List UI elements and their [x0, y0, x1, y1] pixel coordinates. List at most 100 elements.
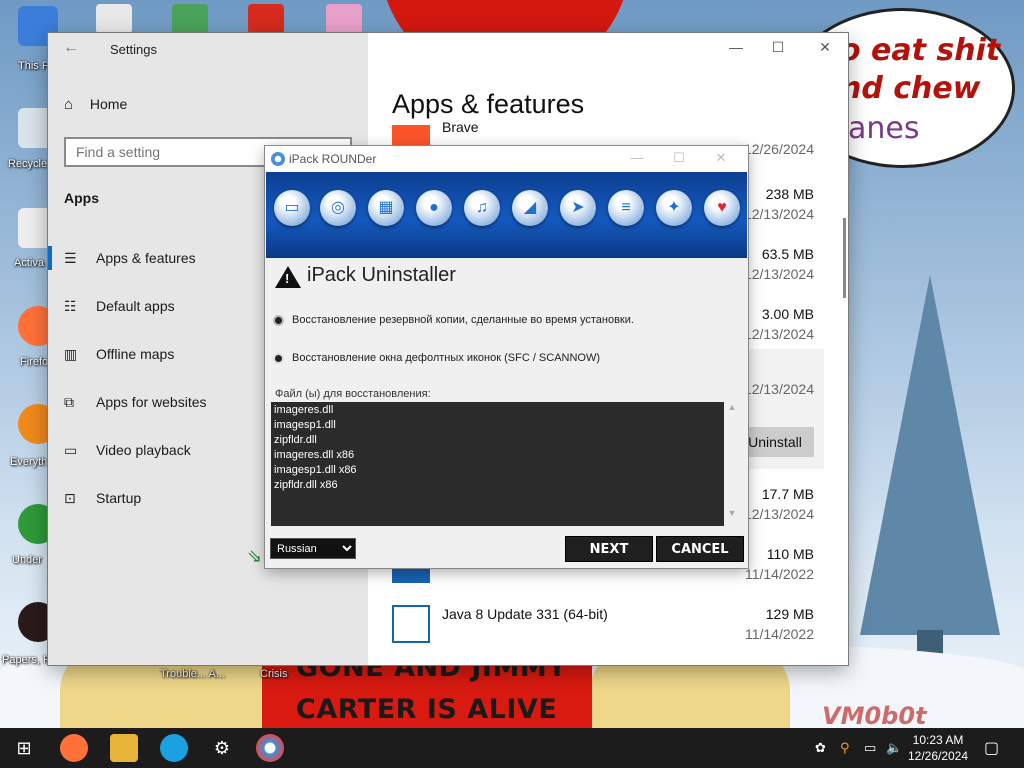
music-icon: ♫ — [464, 190, 500, 226]
option-label: Восстановление резервной копии, сделанны… — [292, 314, 634, 326]
settings-gear-icon[interactable]: ⚙ — [208, 734, 236, 762]
network-icon: ◎ — [320, 190, 356, 226]
ipack-maximize-icon[interactable]: ☐ — [669, 150, 689, 166]
computer-icon: ▭ — [274, 190, 310, 226]
option-label: Восстановление окна дефолтных иконок (SF… — [292, 352, 601, 364]
edge-icon[interactable] — [160, 734, 188, 762]
volume-muted-icon[interactable]: 🔈 — [886, 740, 902, 756]
ipack-close-icon[interactable]: ✕ — [711, 150, 731, 166]
option-backup-restore[interactable]: Восстановление резервной копии, сделанны… — [273, 314, 634, 326]
ipack-minimize-icon[interactable]: — — [627, 150, 647, 165]
recycle-bin-label: Recycle — [8, 158, 48, 170]
speech-bubble-text: o eat shit nd chew — [840, 33, 1001, 106]
startup-icon: ⊡ — [64, 489, 76, 506]
radio-icon[interactable] — [273, 314, 284, 326]
ipack-titlebar[interactable]: iPack ROUNDer — ☐ ✕ — [265, 146, 748, 172]
file-list-scrollbar[interactable]: ▲ ▼ — [724, 402, 740, 526]
search-tray-icon[interactable]: ⚲ — [840, 740, 850, 756]
ipack-icon[interactable] — [256, 734, 284, 762]
network-tray-icon[interactable]: ▭ — [864, 740, 876, 756]
next-button[interactable]: NEXT — [565, 536, 653, 562]
disk-icon: ● — [416, 190, 452, 226]
app-date: 11/14/2022 — [744, 626, 814, 642]
radio-icon[interactable] — [273, 352, 284, 364]
scrollbar[interactable] — [843, 218, 846, 298]
scroll-down-icon[interactable]: ▼ — [724, 508, 740, 518]
warning-icon: ! — [275, 266, 301, 288]
taskbar: ⊞ ⚙ ✿ ⚲ ▭ 🔈 10:23 AM 12/26/2024 ▢ — [0, 728, 1024, 768]
ipack-logo-icon — [271, 152, 285, 166]
file-item[interactable]: imageres.dll — [274, 403, 721, 418]
app-date: 12/13/2024 — [743, 266, 814, 282]
desktop-icon-top-1[interactable] — [96, 4, 132, 34]
windows-icon: ▦ — [368, 190, 404, 226]
app-row[interactable]: Java 8 Update 331 (64-bit) 129 MB 11/14/… — [384, 593, 824, 653]
nav-item-label: Startup — [96, 490, 142, 506]
this-pc-label: This P — [18, 60, 50, 72]
notification-icon[interactable]: ▢ — [984, 738, 999, 758]
nav-home[interactable]: ⌂ Home — [64, 96, 127, 113]
app-size: 3.00 MB — [761, 306, 814, 322]
file-item[interactable]: imageres.dll x86 — [274, 448, 721, 463]
ipack-banner: ▭ ◎ ▦ ● ♫ ◢ ➤ ≡ ✦ ♥ — [266, 172, 747, 258]
activate-label: Activa — [14, 257, 44, 269]
app-size: 238 MB — [765, 186, 814, 202]
map-icon: ▥ — [64, 345, 78, 362]
start-button[interactable]: ⊞ — [0, 728, 48, 768]
firefox-label: Firefo — [20, 356, 49, 368]
nav-item-label: Apps for websites — [96, 394, 207, 410]
language-select[interactable]: Russian — [270, 538, 356, 559]
mcdonalds-icon[interactable] — [248, 4, 284, 34]
taskbar-clock[interactable]: 10:23 AM 12/26/2024 — [905, 732, 971, 764]
app-name: Java 8 Update 331 (64-bit) — [442, 606, 608, 622]
cursor-icon: ⇘ — [247, 546, 263, 566]
desktop-icon-top-4[interactable] — [326, 4, 362, 34]
option-sfc-scannow[interactable]: Восстановление окна дефолтных иконок (SF… — [273, 352, 600, 364]
video-icon: ▭ — [64, 441, 78, 458]
file-list[interactable]: imageres.dll imagesp1.dll zipfldr.dll im… — [271, 402, 724, 526]
nav-item-label: Offline maps — [96, 346, 175, 362]
shield-icon: ✦ — [656, 190, 692, 226]
file-item[interactable]: imagesp1.dll x86 — [274, 463, 721, 478]
app-row-partial[interactable] — [384, 653, 824, 665]
files-label: Файл (ы) для восстановления: — [275, 388, 431, 400]
java-icon — [392, 605, 430, 643]
tray-app-icon[interactable]: ✿ — [815, 740, 826, 756]
clock-date: 12/26/2024 — [907, 749, 969, 763]
back-arrow-icon[interactable]: ← — [63, 39, 79, 57]
wallpaper-watermark: VM0b0t — [822, 702, 927, 728]
nav-item-label: Apps & features — [96, 250, 196, 266]
firefox-icon[interactable] — [60, 734, 88, 762]
file-item[interactable]: imagesp1.dll — [274, 418, 721, 433]
clock-time: 10:23 AM — [912, 733, 964, 747]
close-icon[interactable]: ✕ — [815, 39, 835, 56]
nav-item-label: Video playback — [96, 442, 191, 458]
desktop-icon-top-2[interactable] — [172, 4, 208, 34]
list-icon: ☰ — [64, 249, 77, 266]
everything-label: Everyth — [10, 456, 48, 468]
app-name: Brave — [442, 119, 479, 135]
app-date: 12/13/2024 — [743, 326, 814, 342]
file-explorer-icon[interactable] — [110, 734, 138, 762]
file-item[interactable]: zipfldr.dll x86 — [274, 478, 721, 493]
default-apps-icon: ☷ — [64, 297, 77, 314]
ipack-heading: iPack Uninstaller — [307, 264, 456, 286]
minimize-icon[interactable]: — — [726, 39, 746, 55]
papers-please-label: Papers, P — [2, 654, 51, 666]
scroll-up-icon[interactable]: ▲ — [724, 402, 740, 412]
settings-window-title: Settings — [110, 42, 157, 57]
app-date: 11/14/2022 — [744, 566, 814, 582]
app-size: 17.7 MB — [761, 486, 814, 502]
nav-item-label: Default apps — [96, 298, 175, 314]
wallpaper-tree — [860, 275, 1000, 635]
undertale-label: Under — [12, 554, 42, 566]
file-item[interactable]: zipfldr.dll — [274, 433, 721, 448]
app-date: 12/13/2024 — [743, 506, 814, 522]
ipack-dialog: iPack ROUNDer — ☐ ✕ ▭ ◎ ▦ ● ♫ ◢ ➤ ≡ ✦ ♥ … — [265, 146, 748, 568]
trouble-label: Trouble... A... — [160, 668, 226, 680]
app-size: 129 MB — [765, 606, 814, 622]
maximize-icon[interactable]: ☐ — [768, 39, 788, 56]
cancel-button[interactable]: CANCEL — [656, 536, 744, 562]
wallpaper-text-line-2: CARTER IS ALIVE — [296, 694, 558, 725]
app-date: 12/13/2024 — [743, 381, 814, 397]
